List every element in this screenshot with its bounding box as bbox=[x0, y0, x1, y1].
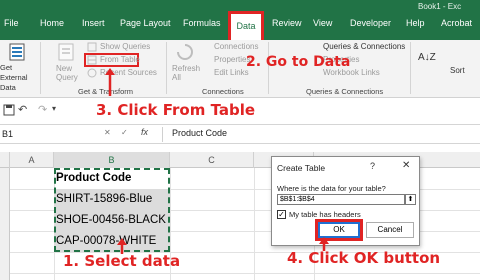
close-icon[interactable]: ✕ bbox=[402, 160, 410, 171]
edit-links-button[interactable]: Edit Links bbox=[214, 68, 249, 77]
cancel-icon[interactable]: ✕ bbox=[104, 128, 111, 137]
create-table-dialog: Create Table ? ✕ Where is the data for y… bbox=[271, 156, 420, 246]
properties-button[interactable]: Properties bbox=[214, 55, 250, 64]
annotation-step-2: 2. Go to Data bbox=[246, 54, 351, 70]
show-queries-icon bbox=[87, 42, 97, 52]
tab-page-layout[interactable]: Page Layout bbox=[120, 18, 171, 28]
select-all-corner[interactable] bbox=[0, 152, 10, 168]
refresh-all-button[interactable]: Refresh All bbox=[172, 64, 200, 82]
get-external-data-button[interactable]: Get External Data bbox=[0, 63, 38, 93]
show-queries-button[interactable]: Show Queries bbox=[100, 42, 150, 51]
tab-file[interactable]: File bbox=[4, 18, 19, 28]
undo-icon[interactable]: ↶ bbox=[18, 103, 27, 116]
sort-button[interactable]: Sort bbox=[450, 66, 465, 75]
formula-input[interactable]: Product Code bbox=[172, 128, 227, 138]
tab-view[interactable]: View bbox=[313, 18, 332, 28]
selection-marquee bbox=[54, 168, 170, 252]
confirm-icon[interactable]: ✓ bbox=[121, 128, 128, 137]
ribbon-separator bbox=[40, 42, 41, 94]
collapse-dialog-icon[interactable]: ⬆ bbox=[405, 194, 416, 205]
group-label-queries: Queries & Connections bbox=[306, 87, 384, 96]
formula-bar: B1 ✕ ✓ fx Product Code bbox=[0, 124, 480, 144]
new-query-button[interactable]: New Query bbox=[56, 64, 82, 82]
help-icon[interactable]: ? bbox=[370, 161, 375, 171]
table-icon bbox=[87, 55, 97, 65]
formula-bar-divider bbox=[162, 127, 163, 142]
tab-data[interactable]: Data bbox=[228, 11, 264, 40]
database-icon bbox=[9, 43, 25, 61]
ribbon-tab-bar: Book1 - Exc File Home Insert Page Layout… bbox=[0, 0, 480, 40]
qat-dropdown-icon[interactable]: ▾ bbox=[52, 104, 56, 113]
column-header-b[interactable]: B bbox=[54, 152, 170, 168]
dialog-title: Create Table bbox=[277, 163, 326, 173]
recent-sources-icon bbox=[87, 68, 97, 78]
annotation-step-3: 3. Click From Table bbox=[96, 101, 256, 119]
cancel-button[interactable]: Cancel bbox=[366, 222, 414, 238]
headers-checkbox[interactable]: ✓ bbox=[277, 210, 286, 219]
from-table-button[interactable]: From Table bbox=[100, 55, 140, 64]
tab-insert[interactable]: Insert bbox=[82, 18, 105, 28]
tab-home[interactable]: Home bbox=[40, 18, 64, 28]
headers-checkbox-label: My table has headers bbox=[289, 210, 361, 219]
queries-connections-button[interactable]: Queries & Connections bbox=[323, 42, 405, 51]
group-label-connections: Connections bbox=[202, 87, 244, 96]
name-box[interactable]: B1 bbox=[0, 127, 96, 142]
refresh-icon bbox=[177, 44, 193, 60]
sort-az-button[interactable]: A↓Z bbox=[418, 52, 436, 63]
annotation-step-4: 4. Click OK button bbox=[287, 249, 441, 267]
grid-line bbox=[254, 168, 255, 280]
tab-developer[interactable]: Developer bbox=[350, 18, 391, 28]
tab-review[interactable]: Review bbox=[272, 18, 302, 28]
new-query-icon bbox=[58, 43, 74, 61]
window-title: Book1 - Exc bbox=[418, 2, 462, 11]
redo-icon[interactable]: ↷ bbox=[38, 103, 47, 116]
column-header-c[interactable]: C bbox=[170, 152, 254, 168]
excel-window: Book1 - Exc File Home Insert Page Layout… bbox=[0, 0, 480, 280]
range-input[interactable]: $B$1:$B$4 bbox=[277, 194, 405, 205]
ribbon-separator bbox=[166, 42, 167, 94]
tab-help[interactable]: Help bbox=[406, 18, 425, 28]
column-header-a[interactable]: A bbox=[10, 152, 54, 168]
range-prompt: Where is the data for your table? bbox=[277, 184, 386, 193]
tab-formulas[interactable]: Formulas bbox=[183, 18, 221, 28]
arrow-icon bbox=[105, 68, 115, 96]
annotation-step-1: 1. Select data bbox=[63, 252, 181, 270]
row-headers bbox=[0, 168, 10, 280]
grid-line bbox=[10, 273, 480, 274]
ribbon-separator bbox=[410, 42, 411, 94]
connections-button[interactable]: Connections bbox=[214, 42, 258, 51]
insert-function-icon[interactable]: fx bbox=[141, 127, 148, 137]
save-icon[interactable] bbox=[3, 104, 15, 116]
tab-acrobat[interactable]: Acrobat bbox=[441, 18, 472, 28]
